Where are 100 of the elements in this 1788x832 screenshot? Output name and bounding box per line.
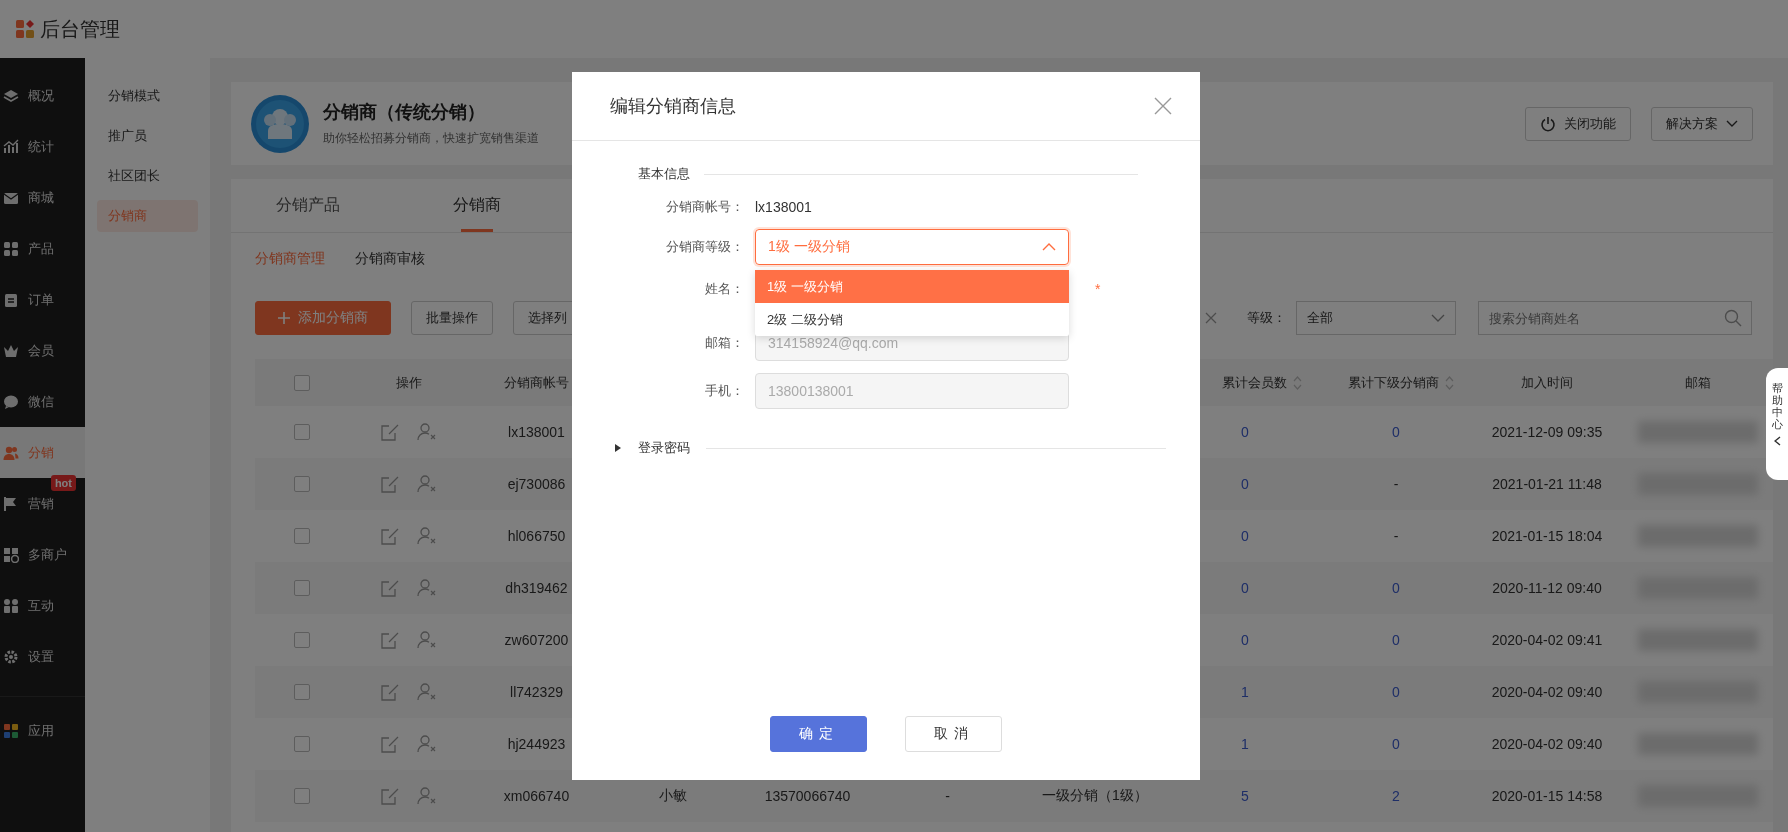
- column-header: 加入时间: [1521, 373, 1573, 392]
- sidebar-item[interactable]: 商城: [0, 172, 85, 223]
- level-select[interactable]: 全部: [1296, 301, 1456, 335]
- remove-user-icon[interactable]: [416, 631, 437, 649]
- checkbox[interactable]: [294, 736, 310, 752]
- add-button[interactable]: 添加分销商: [255, 301, 391, 335]
- count-link[interactable]: 0: [1241, 424, 1249, 440]
- count-link[interactable]: 0: [1241, 528, 1249, 544]
- app-title: 后台管理: [40, 16, 120, 42]
- count-link[interactable]: 5: [1241, 788, 1249, 804]
- sort-icon[interactable]: [1445, 375, 1454, 390]
- sidebar-item[interactable]: 社区团长: [97, 160, 198, 192]
- sub-tab[interactable]: 分销商管理: [255, 250, 325, 268]
- apps-icon: [3, 722, 19, 739]
- table-cell: 2020-04-02 09:40: [1491, 684, 1603, 700]
- sidebar-item[interactable]: 统计: [0, 121, 85, 172]
- checkbox[interactable]: [294, 424, 310, 440]
- count-link[interactable]: 0: [1392, 736, 1400, 752]
- settings-icon: [3, 648, 19, 665]
- table-cell: zw607200: [504, 632, 569, 648]
- people-icon: [3, 597, 19, 614]
- sidebar-item[interactable]: 订单: [0, 274, 85, 325]
- table-cell: -: [1393, 476, 1399, 492]
- edit-icon[interactable]: [380, 631, 399, 649]
- help-tab[interactable]: 帮助中心: [1766, 368, 1788, 480]
- table-cell: 2020-01-15 14:58: [1491, 788, 1603, 804]
- plus-icon: [278, 312, 290, 324]
- sidebar-item[interactable]: 产品: [0, 223, 85, 274]
- count-link[interactable]: 0: [1392, 684, 1400, 700]
- count-link[interactable]: 0: [1241, 632, 1249, 648]
- sub-tab[interactable]: 分销商审核: [355, 250, 425, 268]
- search-field[interactable]: 搜索分销商姓名: [1478, 301, 1752, 335]
- checkbox[interactable]: [294, 528, 310, 544]
- remove-user-icon[interactable]: [416, 579, 437, 597]
- sidebar-item[interactable]: 应用: [0, 705, 85, 756]
- checkbox[interactable]: [294, 374, 310, 391]
- sidebar-item[interactable]: 会员: [0, 325, 85, 376]
- clipboard-icon: [3, 291, 19, 308]
- checkbox[interactable]: [294, 632, 310, 648]
- table-cell: lx138001: [508, 424, 565, 440]
- edit-icon[interactable]: [380, 579, 399, 597]
- sidebar-item[interactable]: 概况: [0, 70, 85, 121]
- count-link[interactable]: 0: [1392, 424, 1400, 440]
- edit-icon[interactable]: [380, 683, 399, 701]
- tab[interactable]: 分销商: [453, 179, 501, 232]
- count-link[interactable]: 2: [1392, 788, 1400, 804]
- remove-user-icon[interactable]: [416, 423, 437, 441]
- caret-right-icon[interactable]: [614, 444, 622, 452]
- confirm-button[interactable]: 确定: [770, 716, 867, 752]
- chevron-left-icon: [1773, 436, 1781, 447]
- checkbox[interactable]: [294, 684, 310, 700]
- sort-icon[interactable]: [1293, 375, 1302, 390]
- checkbox[interactable]: [294, 580, 310, 596]
- remove-user-icon[interactable]: [416, 527, 437, 545]
- edit-icon[interactable]: [380, 423, 399, 441]
- checkbox[interactable]: [294, 476, 310, 492]
- page-subtitle: 助你轻松招募分销商，快速扩宽销售渠道: [323, 130, 539, 147]
- table-cell: hl066750: [507, 528, 566, 544]
- tab[interactable]: 分销产品: [276, 179, 340, 232]
- count-link[interactable]: 0: [1392, 580, 1400, 596]
- edit-icon[interactable]: [380, 475, 399, 493]
- count-link[interactable]: 1: [1241, 736, 1249, 752]
- checkbox[interactable]: [294, 788, 310, 804]
- table-cell: 一级分销（1级）: [1042, 787, 1148, 805]
- sidebar-item[interactable]: 设置: [0, 631, 85, 682]
- table-cell: 2021-01-21 11:48: [1492, 476, 1602, 492]
- users-icon: [3, 444, 19, 461]
- edit-icon[interactable]: [380, 527, 399, 545]
- edit-icon[interactable]: [380, 735, 399, 753]
- page-title: 分销商（传统分销）: [323, 101, 486, 124]
- chevron-down-icon: [1726, 119, 1738, 128]
- sidebar-item[interactable]: 多商户: [0, 529, 85, 580]
- logo-icon: [16, 20, 34, 38]
- sidebar-item[interactable]: 互动: [0, 580, 85, 631]
- close-icon[interactable]: [1205, 312, 1217, 324]
- remove-user-icon[interactable]: [416, 683, 437, 701]
- edit-icon[interactable]: [380, 787, 399, 805]
- count-link[interactable]: 0: [1241, 580, 1249, 596]
- sidebar-item[interactable]: 分销模式: [97, 80, 198, 112]
- table-cell: -: [945, 788, 950, 804]
- remove-user-icon[interactable]: [416, 475, 437, 493]
- count-link[interactable]: 1: [1241, 684, 1249, 700]
- field-label: 分销商帐号：: [665, 198, 745, 216]
- solutions-button[interactable]: 解决方案: [1651, 106, 1753, 141]
- count-link[interactable]: 0: [1241, 476, 1249, 492]
- chevron-up-icon: [1042, 243, 1056, 251]
- remove-user-icon[interactable]: [416, 787, 437, 805]
- field-label: 姓名：: [704, 280, 745, 298]
- sidebar-item[interactable]: 推广员: [97, 120, 198, 152]
- dropdown-option[interactable]: 1级 一级分销: [755, 270, 1069, 303]
- table-cell: ll742329: [510, 684, 563, 700]
- remove-user-icon[interactable]: [416, 735, 437, 753]
- table-cell: 2020-04-02 09:41: [1491, 632, 1603, 648]
- cancel-button[interactable]: 取消: [905, 716, 1002, 752]
- disable-feature-button[interactable]: 关闭功能: [1525, 106, 1631, 141]
- close-icon[interactable]: [1154, 97, 1172, 115]
- toolbar-button[interactable]: 批量操作: [411, 301, 493, 335]
- count-link[interactable]: 0: [1392, 632, 1400, 648]
- table-cell: 13570066740: [764, 788, 851, 804]
- sidebar-item[interactable]: 微信: [0, 376, 85, 427]
